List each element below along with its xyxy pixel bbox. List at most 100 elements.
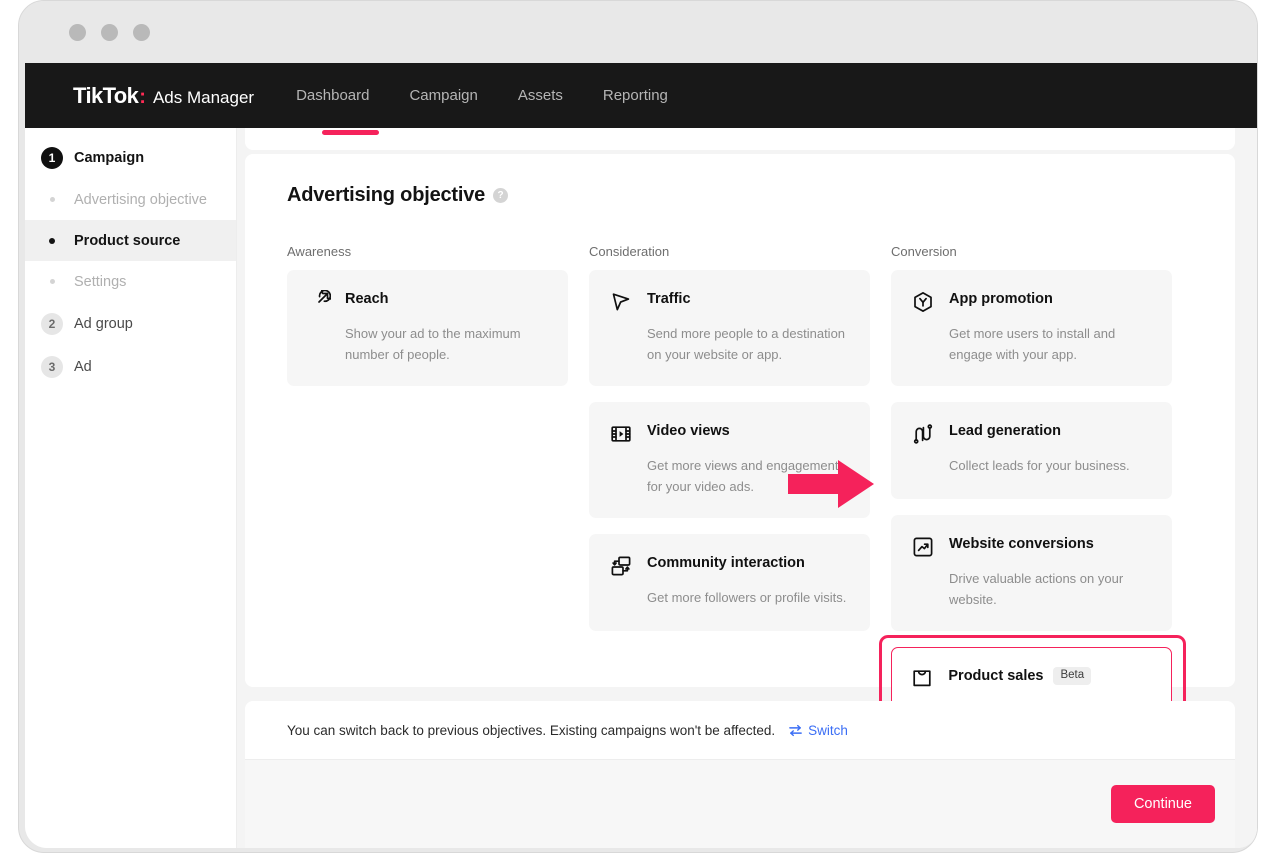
sidebar-item-settings[interactable]: Settings [25, 261, 236, 302]
objective-card-header: Video views [609, 421, 850, 446]
sidebar-step-label-campaign: Campaign [74, 149, 145, 166]
main-content-column: Advertising objective ? Awareness Reach … [237, 128, 1257, 848]
objective-title-app-promotion: App promotion [949, 291, 1053, 307]
objective-desc-website-conversions: Drive valuable actions on your website. [949, 571, 1124, 607]
objective-desc-reach: Show your ad to the maximum number of pe… [345, 326, 521, 362]
advertising-objective-card: Advertising objective ? Awareness Reach … [245, 154, 1235, 774]
objective-title-traffic: Traffic [647, 291, 691, 307]
objective-title-lead-generation: Lead generation [949, 423, 1061, 439]
community-bubbles-icon [609, 554, 633, 578]
objective-desc-app-promotion: Get more users to install and engage wit… [949, 326, 1116, 362]
objective-card-app-promotion[interactable]: App promotion Get more users to install … [891, 270, 1172, 386]
close-dot[interactable] [69, 24, 86, 41]
nav-link-assets[interactable]: Assets [518, 87, 563, 104]
objective-desc-lead-generation: Collect leads for your business. [949, 458, 1130, 473]
sidebar-item-label-product-source: Product source [74, 232, 181, 249]
objective-card-traffic[interactable]: Traffic Send more people to a destinatio… [589, 270, 870, 386]
bullet-dot-icon [41, 197, 63, 202]
sidebar-step-ad[interactable]: 3 Ad [25, 345, 236, 388]
objective-title-video-views: Video views [647, 423, 730, 439]
objective-name-wrap: Community interaction [647, 553, 805, 571]
window-titlebar [19, 1, 1257, 63]
sidebar-item-label-settings: Settings [74, 273, 127, 290]
objective-column-consideration: Consideration Traffic Send more people t… [589, 244, 870, 778]
logo-tiktok-text: TikTok [73, 82, 139, 108]
film-play-icon [609, 422, 633, 446]
switch-back-note-text: You can switch back to previous objectiv… [287, 722, 776, 738]
objective-card-community-interaction[interactable]: Community interaction Get more followers… [589, 534, 870, 631]
sidebar-step-ad-group[interactable]: 2 Ad group [25, 302, 236, 345]
objective-name-wrap: Lead generation [949, 421, 1061, 439]
tab-strip-card-partial [245, 128, 1235, 150]
page-title: Advertising objective [287, 184, 486, 206]
objective-title-community-interaction: Community interaction [647, 555, 805, 571]
objective-name-wrap: Website conversions [949, 534, 1094, 552]
objective-name-wrap: Traffic [647, 289, 691, 307]
objective-column-conversion: Conversion App promotion Get more users … [879, 244, 1186, 778]
shopping-bag-icon [910, 666, 934, 690]
nav-link-reporting[interactable]: Reporting [603, 87, 668, 104]
status-badge-beta: Beta [1053, 667, 1092, 685]
bullet-dot-icon [41, 237, 63, 244]
sidebar-item-label-advertising-objective: Advertising objective [74, 191, 207, 208]
switch-back-note-bar: You can switch back to previous objectiv… [245, 701, 1235, 759]
cursor-pointer-icon [609, 290, 633, 314]
column-header-awareness: Awareness [287, 244, 352, 259]
objective-name-wrap: Video views [647, 421, 730, 439]
column-header-consideration: Consideration [589, 244, 670, 259]
objective-card-header: Traffic [609, 289, 850, 314]
objective-desc-video-views: Get more views and engagement for your v… [647, 458, 839, 494]
browser-window-frame: TikTok : Ads Manager Dashboard Campaign … [18, 0, 1258, 853]
objective-card-header: App promotion [911, 289, 1152, 314]
nav-link-dashboard[interactable]: Dashboard [296, 87, 369, 104]
top-navigation-bar: TikTok : Ads Manager Dashboard Campaign … [25, 63, 1257, 128]
objective-desc-community-interaction: Get more followers or profile visits. [647, 590, 847, 605]
bullet-dot-icon [41, 279, 63, 284]
objective-card-lead-generation[interactable]: Lead generation Collect leads for your b… [891, 402, 1172, 499]
objective-card-header: Lead generation [911, 421, 1152, 446]
switch-link-label: Switch [808, 722, 848, 738]
nav-link-campaign[interactable]: Campaign [409, 87, 477, 104]
bottom-action-bar: Continue [245, 759, 1235, 848]
question-mark-icon[interactable]: ? [493, 188, 509, 203]
step-number-2: 2 [41, 312, 63, 335]
continue-button[interactable]: Continue [1110, 785, 1215, 823]
sidebar-item-product-source[interactable]: Product source [25, 220, 236, 261]
active-tab-indicator [322, 130, 379, 135]
objective-card-website-conversions[interactable]: Website conversions Drive valuable actio… [891, 515, 1172, 631]
target-reach-icon [307, 290, 331, 314]
objective-card-header: Website conversions [911, 534, 1152, 559]
logo-ads-manager-text: Ads Manager [152, 87, 255, 107]
chart-arrow-up-icon [911, 535, 935, 559]
objective-name-wrap: Product sales Beta [948, 665, 1092, 685]
objective-name-wrap: App promotion [949, 289, 1053, 307]
step-number-3: 3 [41, 355, 63, 378]
sidebar-item-advertising-objective[interactable]: Advertising objective [25, 179, 236, 220]
sidebar-step-label-ad: Ad [74, 358, 92, 375]
sidebar-step-label-ad-group: Ad group [74, 315, 133, 332]
step-number-1: 1 [41, 146, 63, 169]
objective-column-awareness: Awareness Reach Show your ad to the maxi… [287, 244, 568, 778]
objective-card-header: Community interaction [609, 553, 850, 578]
left-sidebar: 1 Campaign Advertising objective Product… [25, 128, 237, 848]
maximize-dot[interactable] [133, 24, 150, 41]
column-header-conversion: Conversion [891, 244, 957, 259]
objective-card-header: Reach [307, 289, 548, 314]
objective-card-reach[interactable]: Reach Show your ad to the maximum number… [287, 270, 568, 386]
switch-objective-link[interactable]: Switch [788, 723, 848, 738]
minimize-dot[interactable] [101, 24, 118, 41]
objective-card-video-views[interactable]: Video views Get more views and engagemen… [589, 402, 870, 518]
magnet-lead-icon [911, 422, 935, 446]
objective-card-header: Product sales Beta [910, 665, 1152, 690]
objective-title-product-sales: Product sales [948, 668, 1044, 685]
objective-name-wrap: Reach [345, 289, 389, 307]
card-title-row: Advertising objective ? [287, 184, 1193, 207]
page-viewport: TikTok : Ads Manager Dashboard Campaign … [25, 63, 1257, 848]
hexagon-app-icon [911, 290, 935, 314]
objective-columns: Awareness Reach Show your ad to the maxi… [287, 244, 1193, 778]
sidebar-step-campaign[interactable]: 1 Campaign [25, 136, 236, 179]
objective-desc-traffic: Send more people to a destination on you… [647, 326, 846, 362]
top-nav-links: Dashboard Campaign Assets Reporting [296, 87, 668, 104]
swap-arrows-icon [788, 723, 803, 738]
tiktok-ads-manager-logo[interactable]: TikTok : Ads Manager [73, 83, 254, 109]
